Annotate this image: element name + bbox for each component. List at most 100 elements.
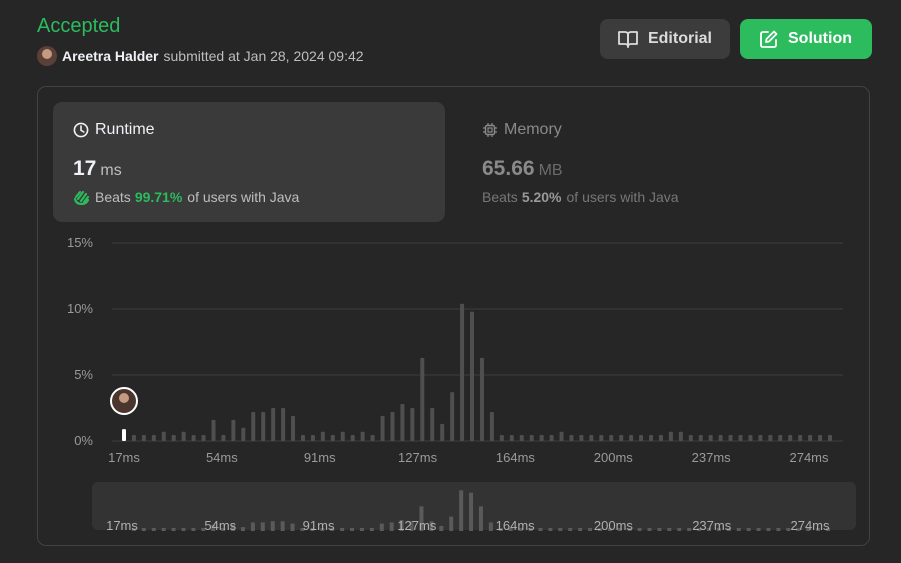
bar bbox=[261, 411, 266, 441]
bar bbox=[609, 435, 614, 441]
bar bbox=[629, 435, 634, 441]
bar bbox=[300, 435, 305, 441]
bar bbox=[231, 419, 236, 441]
mini-bar bbox=[776, 528, 781, 531]
mini-bar bbox=[161, 528, 166, 531]
bar bbox=[440, 423, 445, 441]
mini-bar bbox=[746, 528, 751, 531]
mini-x-tick-label: 127ms bbox=[397, 518, 437, 533]
bar bbox=[549, 435, 554, 441]
bar bbox=[360, 431, 365, 441]
bar bbox=[479, 357, 484, 441]
mini-bar bbox=[389, 522, 394, 531]
bar bbox=[181, 431, 186, 441]
bar bbox=[519, 435, 524, 441]
bar bbox=[728, 435, 733, 441]
bar bbox=[191, 435, 196, 441]
y-tick-label: 5% bbox=[74, 367, 93, 382]
bar bbox=[400, 404, 405, 441]
bar bbox=[778, 435, 783, 441]
x-tick-label: 200ms bbox=[594, 450, 634, 465]
bar bbox=[390, 411, 395, 441]
bar bbox=[539, 435, 544, 441]
bar bbox=[221, 435, 226, 441]
bar bbox=[619, 435, 624, 441]
bar bbox=[340, 431, 345, 441]
mini-x-tick-label: 237ms bbox=[692, 518, 732, 533]
x-tick-label: 17ms bbox=[108, 450, 140, 465]
mini-x-tick-label: 200ms bbox=[594, 518, 634, 533]
mini-x-tick-label: 17ms bbox=[106, 518, 138, 533]
bar bbox=[460, 303, 465, 441]
x-tick-label: 91ms bbox=[304, 450, 336, 465]
bar bbox=[649, 435, 654, 441]
bar bbox=[818, 435, 823, 441]
bar bbox=[748, 435, 753, 441]
mini-bar bbox=[240, 527, 245, 531]
bar bbox=[788, 435, 793, 441]
bar bbox=[131, 435, 136, 441]
bar bbox=[529, 435, 534, 441]
mini-bar bbox=[558, 528, 563, 531]
bar bbox=[211, 419, 216, 441]
mini-x-tick-label: 164ms bbox=[496, 518, 536, 533]
bar bbox=[798, 435, 803, 441]
bar bbox=[350, 435, 355, 441]
mini-bar bbox=[588, 528, 593, 531]
avatar-face bbox=[119, 393, 129, 403]
bar bbox=[668, 431, 673, 441]
mini-bar bbox=[340, 528, 345, 531]
mini-bar bbox=[667, 528, 672, 531]
mini-bar bbox=[290, 523, 295, 531]
bar bbox=[151, 435, 156, 441]
mini-bar bbox=[469, 492, 474, 531]
mini-bar bbox=[141, 528, 146, 531]
mini-bar bbox=[578, 528, 583, 531]
bar bbox=[141, 435, 146, 441]
x-tick-label: 164ms bbox=[496, 450, 536, 465]
bar bbox=[718, 435, 723, 441]
bar bbox=[758, 435, 763, 441]
y-tick-label: 0% bbox=[74, 433, 93, 448]
mini-bar bbox=[270, 521, 275, 531]
bar bbox=[589, 435, 594, 441]
bar bbox=[599, 435, 604, 441]
bar bbox=[410, 408, 415, 441]
x-tick-label: 127ms bbox=[398, 450, 438, 465]
mini-bar bbox=[548, 528, 553, 531]
bar bbox=[808, 435, 813, 441]
bar bbox=[559, 431, 564, 441]
mini-bar bbox=[260, 522, 265, 531]
bar bbox=[569, 435, 574, 441]
x-tick-label: 237ms bbox=[692, 450, 732, 465]
y-tick-label: 10% bbox=[67, 301, 93, 316]
mini-x-tick-label: 54ms bbox=[204, 518, 236, 533]
mini-bar bbox=[379, 523, 384, 531]
bar bbox=[370, 435, 375, 441]
mini-bar bbox=[647, 528, 652, 531]
bar bbox=[688, 435, 693, 441]
bar bbox=[450, 392, 455, 441]
bar-highlight bbox=[122, 429, 126, 441]
mini-bar bbox=[478, 506, 483, 531]
bar bbox=[768, 435, 773, 441]
mini-bar bbox=[657, 528, 662, 531]
mini-bar bbox=[449, 516, 454, 531]
mini-bar bbox=[677, 528, 682, 531]
bar bbox=[658, 435, 663, 441]
bar bbox=[509, 435, 514, 441]
mini-bar bbox=[459, 490, 464, 531]
bar bbox=[489, 411, 494, 441]
mini-bar bbox=[766, 528, 771, 531]
mini-bar bbox=[369, 528, 374, 531]
mini-bar bbox=[637, 528, 642, 531]
bar bbox=[380, 415, 385, 441]
bar bbox=[171, 435, 176, 441]
bar bbox=[281, 408, 286, 441]
bar bbox=[271, 408, 276, 441]
mini-bar bbox=[181, 528, 186, 531]
mini-bar bbox=[280, 521, 285, 531]
bar bbox=[241, 427, 246, 441]
bar bbox=[291, 415, 296, 441]
bar bbox=[430, 408, 435, 441]
